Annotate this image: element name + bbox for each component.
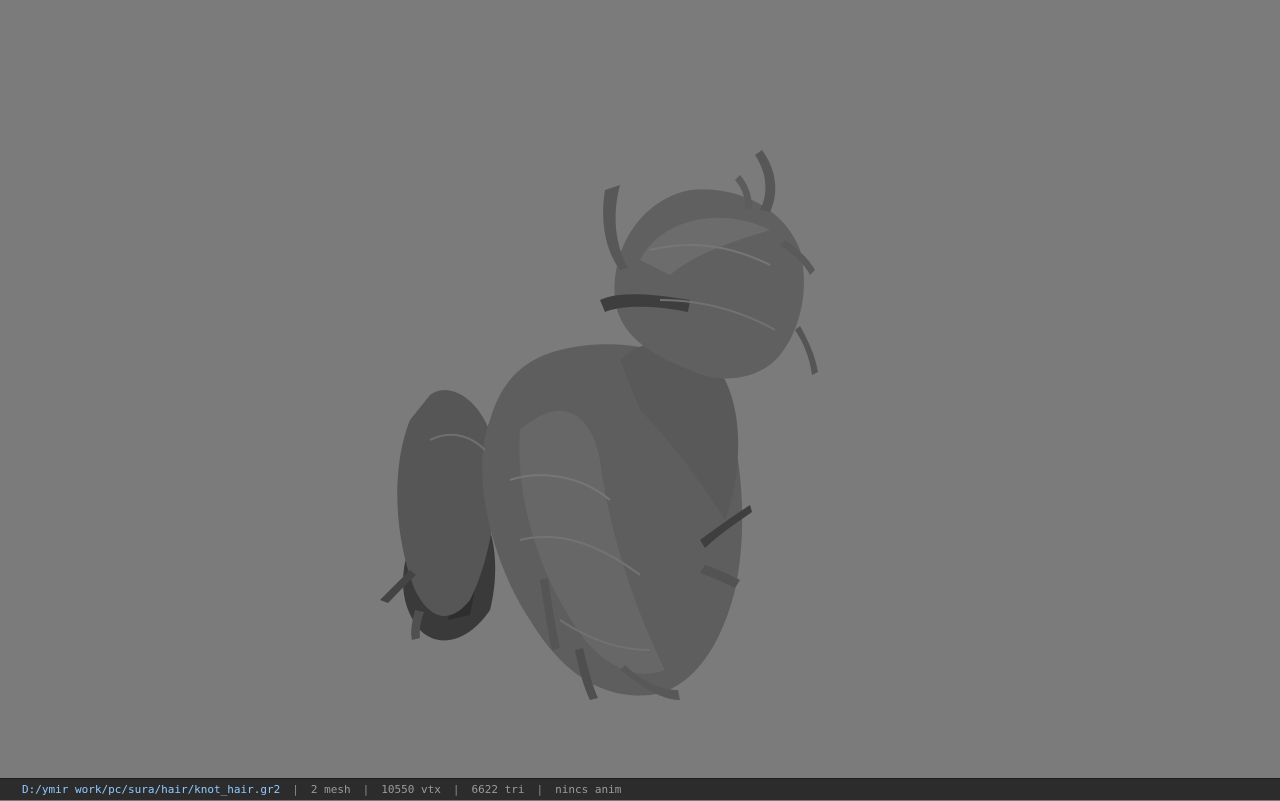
separator: | xyxy=(292,783,299,796)
separator: | xyxy=(536,783,544,796)
file-path: D:/ymir work/pc/sura/hair/knot_hair.gr2 xyxy=(22,783,281,796)
vertex-count: 10550 vtx xyxy=(381,783,441,796)
hair-model xyxy=(380,150,818,700)
hair-mesh-icon xyxy=(380,150,818,700)
separator: | xyxy=(452,783,460,796)
triangle-count: 6622 tri xyxy=(471,783,525,796)
separator: | xyxy=(362,783,370,796)
anim-status: nincs anim xyxy=(555,783,622,796)
mesh-count: 2 mesh xyxy=(310,783,351,796)
3d-viewport[interactable] xyxy=(0,0,1280,778)
status-bar: D:/ymir work/pc/sura/hair/knot_hair.gr2 |… xyxy=(0,778,1280,800)
